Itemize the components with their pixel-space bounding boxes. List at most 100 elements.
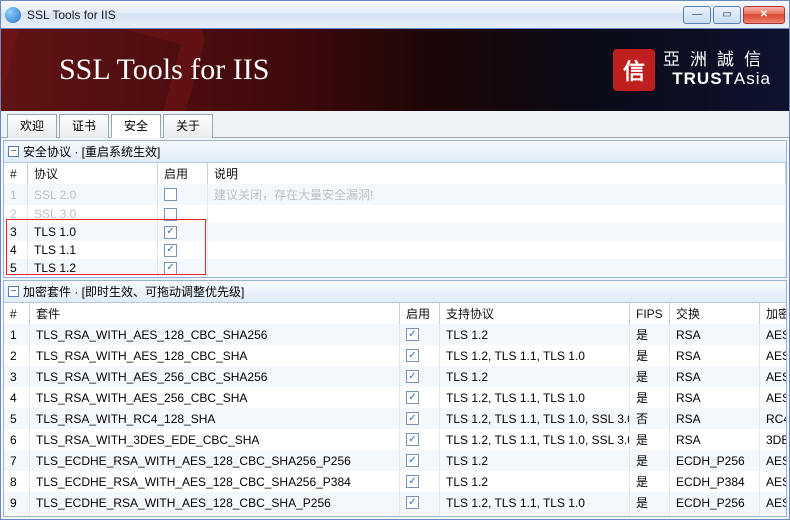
protocols-panel: − 安全协议 · [重启系统生效] # 协议 启用 说明 1SSL 2.0建议关… (3, 140, 787, 278)
col-suite[interactable]: 套件 (30, 303, 400, 324)
cell-num: 4 (4, 387, 30, 408)
cell-cipher: AES (760, 387, 786, 408)
cell-name: SSL 2.0 (28, 184, 158, 205)
cell-enable[interactable] (158, 259, 208, 277)
col-enable[interactable]: 启用 (400, 303, 440, 324)
checkbox-icon[interactable] (406, 349, 419, 362)
cell-enable[interactable] (158, 205, 208, 223)
cell-num: 5 (4, 408, 30, 429)
cell-desc (208, 205, 786, 223)
checkbox-icon[interactable] (164, 226, 177, 239)
tab-2[interactable]: 安全 (111, 114, 161, 138)
cell-num: 3 (4, 366, 30, 387)
tab-3[interactable]: 关于 (163, 114, 213, 138)
cell-enable[interactable] (400, 450, 440, 471)
checkbox-icon[interactable] (406, 496, 419, 509)
cell-fips: 是 (630, 387, 670, 408)
window-buttons: — ▭ ✕ (683, 6, 785, 24)
close-button[interactable]: ✕ (743, 6, 785, 24)
checkbox-icon[interactable] (406, 433, 419, 446)
cell-enable[interactable] (400, 429, 440, 450)
suites-panel-title: 加密套件 · [即时生效、可拖动调整优先级] (23, 283, 244, 300)
cell-name: TLS 1.0 (28, 223, 158, 241)
cell-enable[interactable] (400, 345, 440, 366)
app-icon (5, 7, 21, 23)
cell-name: SSL 3.0 (28, 205, 158, 223)
brand-en: TRUSTAsia (663, 70, 771, 89)
cell-enable[interactable] (400, 408, 440, 429)
cell-fips: 是 (630, 366, 670, 387)
cell-exchange: ECDH_P384 (670, 513, 760, 516)
maximize-button[interactable]: ▭ (713, 6, 741, 24)
cell-cipher: AES (760, 324, 786, 345)
col-fips[interactable]: FIPS (630, 303, 670, 324)
col-protocol[interactable]: 协议 (28, 163, 158, 184)
minimize-button[interactable]: — (683, 6, 711, 24)
cell-protocols: TLS 1.2, TLS 1.1, TLS 1.0, SSL 3.0 (440, 408, 630, 429)
cell-protocols: TLS 1.2, TLS 1.1, TLS 1.0 (440, 492, 630, 513)
cell-num: 10 (4, 513, 30, 516)
checkbox-icon[interactable] (164, 188, 177, 201)
tab-0[interactable]: 欢迎 (7, 114, 57, 138)
cell-suite: TLS_RSA_WITH_AES_128_CBC_SHA (30, 345, 400, 366)
col-cipher[interactable]: 加密 (760, 303, 786, 324)
checkbox-icon[interactable] (406, 370, 419, 383)
banner: SSL Tools for IIS 信 亞洲誠信 TRUSTAsia (1, 29, 789, 111)
cell-enable[interactable] (400, 324, 440, 345)
cell-protocols: TLS 1.2, TLS 1.1, TLS 1.0 (440, 513, 630, 516)
tab-1[interactable]: 证书 (59, 114, 109, 138)
cell-enable[interactable] (158, 241, 208, 259)
cell-enable[interactable] (158, 223, 208, 241)
cell-protocols: TLS 1.2, TLS 1.1, TLS 1.0 (440, 345, 630, 366)
protocols-panel-header[interactable]: − 安全协议 · [重启系统生效] (4, 141, 786, 163)
cell-exchange: RSA (670, 345, 760, 366)
cell-num: 3 (4, 223, 28, 241)
checkbox-icon[interactable] (406, 412, 419, 425)
cell-enable[interactable] (400, 513, 440, 516)
cell-suite: TLS_ECDHE_RSA_WITH_AES_128_CBC_SHA_P256 (30, 492, 400, 513)
col-exchange[interactable]: 交换 (670, 303, 760, 324)
cell-desc: 建议关闭，存在大量安全漏洞! (208, 184, 786, 205)
cell-enable[interactable] (158, 184, 208, 205)
cell-cipher: AES (760, 450, 786, 471)
cell-protocols: TLS 1.2, TLS 1.1, TLS 1.0 (440, 387, 630, 408)
collapse-icon[interactable]: − (8, 146, 19, 157)
cell-name: TLS 1.1 (28, 241, 158, 259)
cell-num: 9 (4, 492, 30, 513)
cell-cipher: AES (760, 471, 786, 492)
checkbox-icon[interactable] (406, 391, 419, 404)
checkbox-icon[interactable] (164, 244, 177, 257)
brand-logo: 信 亞洲誠信 TRUSTAsia (613, 49, 771, 91)
cell-suite: TLS_RSA_WITH_AES_256_CBC_SHA256 (30, 366, 400, 387)
cell-enable[interactable] (400, 387, 440, 408)
col-enable[interactable]: 启用 (158, 163, 208, 184)
col-num[interactable]: # (4, 163, 28, 184)
cell-fips: 是 (630, 429, 670, 450)
cell-enable[interactable] (400, 366, 440, 387)
checkbox-icon[interactable] (164, 262, 177, 275)
checkbox-icon[interactable] (164, 208, 177, 221)
cell-num: 6 (4, 429, 30, 450)
cell-suite: TLS_ECDHE_RSA_WITH_AES_128_CBC_SHA_P384 (30, 513, 400, 516)
cell-exchange: RSA (670, 429, 760, 450)
cell-exchange: RSA (670, 366, 760, 387)
col-num[interactable]: # (4, 303, 30, 324)
window-title: SSL Tools for IIS (27, 8, 116, 22)
cell-enable[interactable] (400, 492, 440, 513)
col-protocols[interactable]: 支持协议 (440, 303, 630, 324)
suites-panel-header[interactable]: − 加密套件 · [即时生效、可拖动调整优先级] (4, 281, 786, 303)
cell-cipher: 3DES (760, 429, 786, 450)
checkbox-icon[interactable] (406, 454, 419, 467)
cell-exchange: RSA (670, 387, 760, 408)
cell-suite: TLS_RSA_WITH_RC4_128_SHA (30, 408, 400, 429)
cell-enable[interactable] (400, 471, 440, 492)
col-desc[interactable]: 说明 (208, 163, 786, 184)
checkbox-icon[interactable] (406, 475, 419, 488)
checkbox-icon[interactable] (406, 328, 419, 341)
titlebar: SSL Tools for IIS — ▭ ✕ (1, 1, 789, 29)
cell-exchange: ECDH_P256 (670, 492, 760, 513)
cell-cipher: AES (760, 366, 786, 387)
app-window: SSL Tools for IIS — ▭ ✕ SSL Tools for II… (0, 0, 790, 520)
collapse-icon[interactable]: − (8, 286, 19, 297)
cell-exchange: RSA (670, 408, 760, 429)
